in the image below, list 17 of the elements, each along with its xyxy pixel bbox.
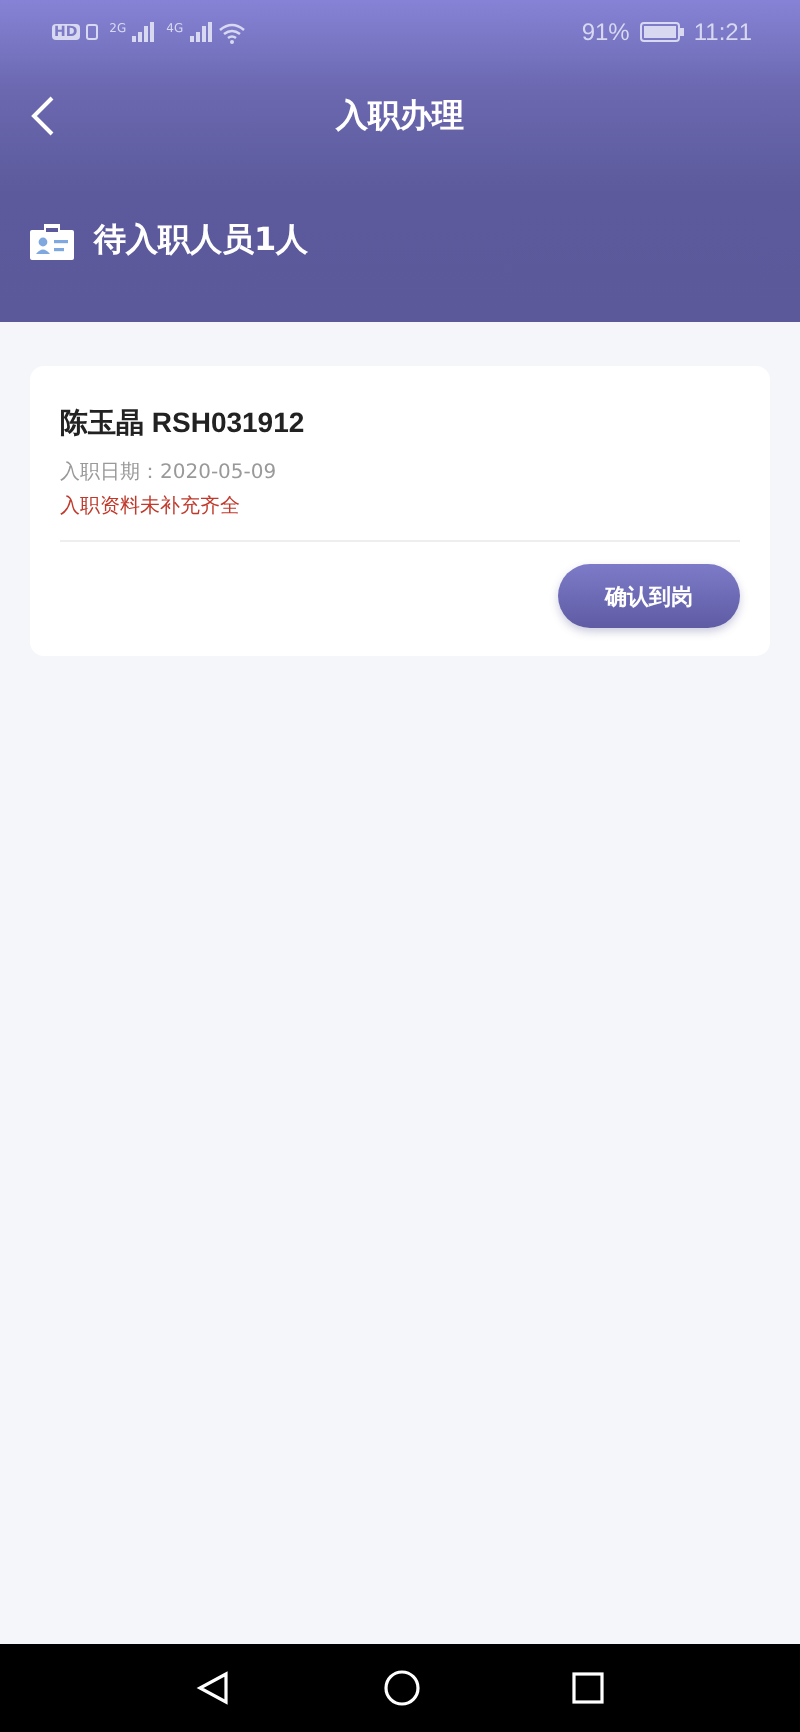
clock: 11:21 (693, 18, 752, 46)
signal-icon (189, 22, 212, 42)
home-nav-icon[interactable] (384, 1670, 420, 1706)
back-nav-icon[interactable] (196, 1670, 232, 1706)
employee-name: 陈玉晶 RSH031912 (60, 406, 307, 442)
signal-icon (132, 22, 155, 42)
pending-count: 待入职人员1人 (94, 220, 309, 262)
wifi-icon (217, 21, 246, 43)
page-title: 入职办理 (336, 95, 464, 137)
recents-nav-icon[interactable] (572, 1672, 604, 1704)
id-card-icon (30, 223, 74, 259)
battery-icon (639, 22, 684, 42)
sim-icon (85, 24, 98, 40)
battery-percent: 91% (581, 18, 630, 46)
confirm-button[interactable]: 确认到岗 (558, 564, 740, 628)
entry-date: 入职日期：2020-05-09 (60, 459, 279, 486)
warning-text: 入职资料未补充齐全 (60, 493, 242, 520)
